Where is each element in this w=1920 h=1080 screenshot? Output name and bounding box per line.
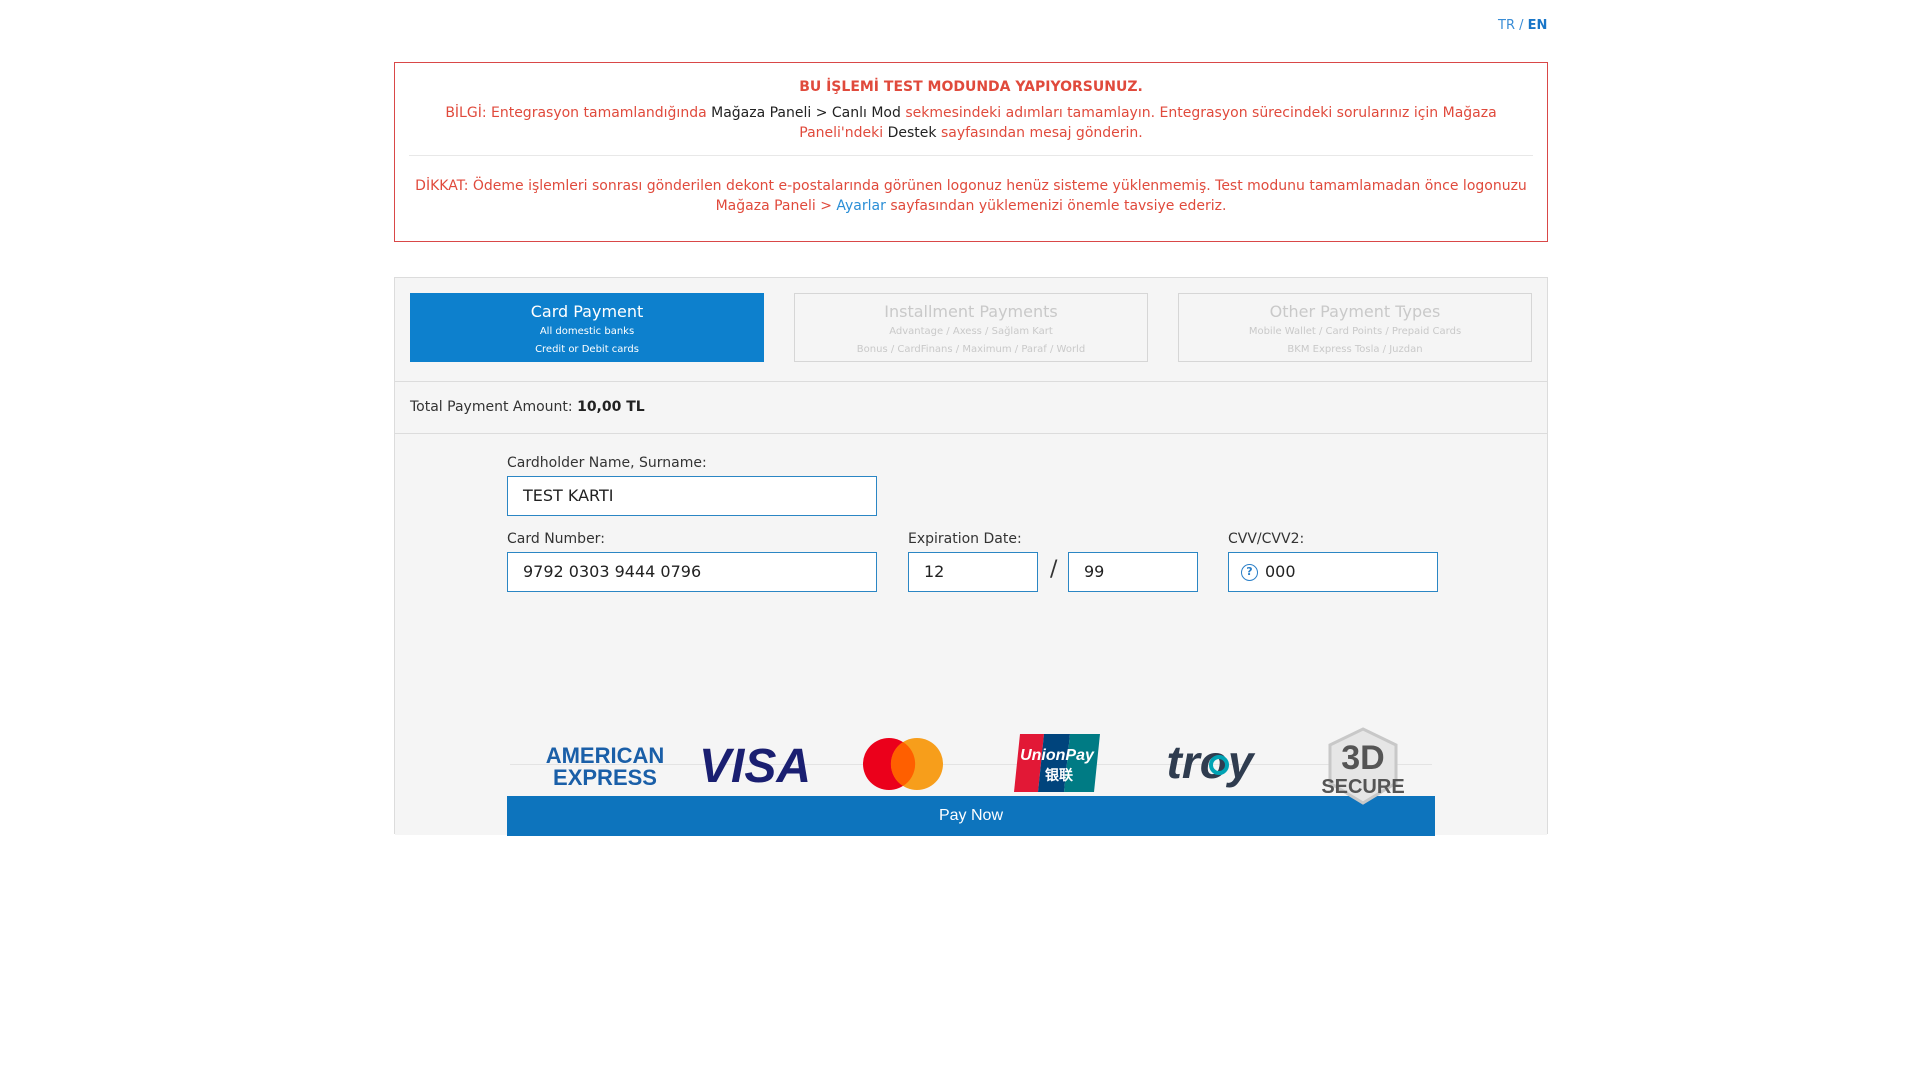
tab-subtitle: Advantage / Axess / Sağlam Kart: [889, 326, 1053, 337]
total-amount-row: Total Payment Amount: 10,00 TL: [395, 382, 1547, 434]
tab-title: Installment Payments: [884, 302, 1058, 321]
amex-line2: EXPRESS: [553, 765, 657, 788]
tab-title: Card Payment: [530, 302, 644, 321]
card-number-label: Card Number:: [507, 531, 605, 547]
3d-secure-logo: 3D SECURE: [1321, 727, 1405, 805]
tab-subtitle: All domestic banks: [539, 326, 635, 337]
expiration-year-input[interactable]: 99: [1068, 552, 1198, 592]
expiration-month-input[interactable]: 12: [908, 552, 1038, 592]
card-number-input[interactable]: 9792 0303 9444 0796: [507, 552, 877, 592]
unionpay-text: UnionPay: [1020, 747, 1095, 764]
total-amount-label: Total Payment Amount:: [410, 399, 573, 415]
alert-warning-part: sayfasından yüklemenizi önemle tavsiye e…: [885, 198, 1227, 214]
test-mode-alert: BU İŞLEMİ TEST MODUNDA YAPIYORSUNUZ. BİL…: [394, 62, 1548, 242]
visa-text: VISA: [699, 740, 811, 792]
cvv-label: CVV/CVV2:: [1228, 531, 1305, 547]
support-link-text: Destek: [887, 125, 937, 141]
unionpay-logo: UnionPay 银联: [1014, 734, 1100, 792]
tab-card-payment[interactable]: Card Payment All domestic banks Credit o…: [410, 293, 764, 362]
3d-text: 3D: [1341, 739, 1384, 777]
total-amount-value: 10,00 TL: [577, 399, 645, 415]
tab-subtitle: Mobile Wallet / Card Points / Prepaid Ca…: [1248, 326, 1462, 337]
question-icon[interactable]: ?: [1241, 564, 1258, 581]
alert-info-text: BİLGİ: Entegrasyon tamamlandığında Mağaz…: [395, 103, 1547, 143]
pay-now-button[interactable]: Pay Now: [507, 796, 1435, 836]
alert-warning-text: DİKKAT: Ödeme işlemleri sonrası gönderil…: [395, 176, 1547, 216]
cardholder-name-input[interactable]: TEST KARTI: [507, 476, 877, 516]
alert-info-part: sayfasından mesaj gönderin.: [936, 125, 1143, 141]
tab-other-payment-types[interactable]: Other Payment Types Mobile Wallet / Card…: [1178, 293, 1532, 362]
secure-text: SECURE: [1321, 776, 1404, 798]
settings-link[interactable]: Ayarlar: [836, 198, 885, 214]
tab-subtitle: Bonus / CardFinans / Maximum / Paraf / W…: [856, 344, 1086, 355]
mastercard-logo: [863, 738, 943, 790]
troy-logo: troy: [1167, 736, 1256, 788]
payment-type-tabs: Card Payment All domestic banks Credit o…: [395, 278, 1547, 382]
cvv-input[interactable]: ? 000: [1228, 552, 1438, 592]
unionpay-cn: 银联: [1045, 767, 1074, 784]
expiration-separator: /: [1050, 557, 1058, 582]
language-switcher: TR / EN: [1498, 18, 1547, 33]
tab-subtitle: Credit or Debit cards: [535, 344, 639, 355]
alert-divider: [409, 155, 1533, 156]
expiration-date-label: Expiration Date:: [908, 531, 1022, 547]
live-mode-link-text: Mağaza Paneli > Canlı Mod: [711, 105, 901, 121]
alert-title: BU İŞLEMİ TEST MODUNDA YAPIYORSUNUZ.: [799, 79, 1143, 95]
alert-info-part: BİLGİ: Entegrasyon tamamlandığında: [445, 105, 712, 121]
amex-logo: AMERICAN EXPRESS: [546, 744, 665, 788]
lang-separator: /: [1519, 18, 1524, 33]
lang-en-link[interactable]: EN: [1528, 18, 1548, 33]
tab-installment-payments[interactable]: Installment Payments Advantage / Axess /…: [794, 293, 1148, 362]
lang-tr-link[interactable]: TR: [1498, 18, 1515, 33]
tab-subtitle: BKM Express Tosla / Juzdan: [1287, 344, 1423, 355]
visa-logo: VISA: [699, 740, 811, 792]
tab-title: Other Payment Types: [1269, 302, 1441, 321]
cardholder-name-label: Cardholder Name, Surname:: [507, 455, 707, 471]
cvv-value: 000: [1265, 562, 1296, 581]
